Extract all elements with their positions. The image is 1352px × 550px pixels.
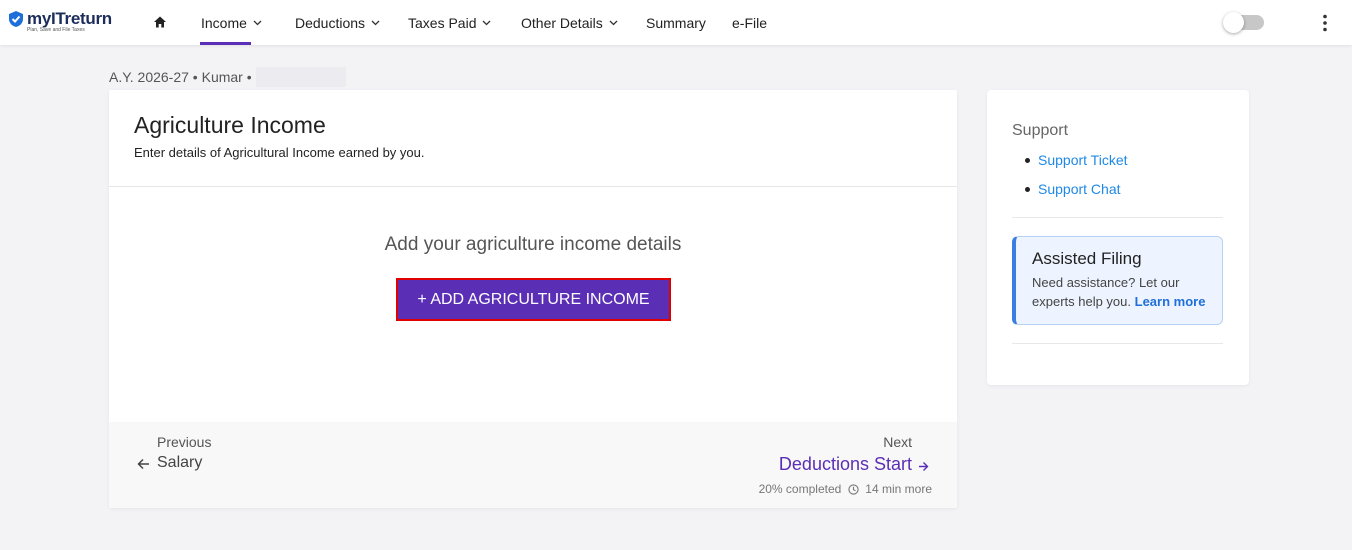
chevron-down-icon [253,20,262,26]
nav-income[interactable]: Income [201,15,262,31]
previous-label: Previous [157,434,212,450]
nav-efile[interactable]: e-File [732,15,767,31]
nav-other-details-label: Other Details [521,15,603,31]
brand-name: myITreturn [27,9,112,28]
next-label: Next [883,434,912,450]
nav-summary[interactable]: Summary [646,15,706,31]
chevron-down-icon [483,20,491,26]
next-link-label: Deductions Start [778,454,912,474]
nav-taxes-paid-label: Taxes Paid [408,15,477,31]
card-footer: Previous Salary Next Deductions Start 20… [109,422,957,508]
support-links: Support Ticket Support Chat [1025,152,1128,210]
shield-check-icon [9,11,23,27]
learn-more-link[interactable]: Learn more [1135,294,1206,309]
divider [1012,343,1223,344]
chevron-down-icon [371,20,380,26]
agriculture-income-card: Agriculture Income Enter details of Agri… [109,90,957,508]
divider [1012,217,1223,218]
brand-tagline: Plan, Save and File Taxes [27,27,85,33]
chevron-down-icon [609,20,618,26]
progress-text: 20% completed [758,482,842,496]
top-navbar: myITreturn Plan, Save and File Taxes Inc… [0,0,1352,45]
breadcrumb: A.Y. 2026-27 • Kumar • [109,67,346,87]
next-link[interactable]: Deductions Start [779,454,929,475]
breadcrumb-text: A.Y. 2026-27 • Kumar • [109,69,252,85]
nav-efile-label: e-File [732,15,768,31]
add-button-label: + ADD AGRICULTURE INCOME [417,290,650,308]
nav-deductions[interactable]: Deductions [295,15,380,31]
nav-deductions-label: Deductions [295,15,366,31]
time-remaining-text: 14 min more [865,482,932,496]
support-title: Support [1012,122,1069,139]
page-title: Agriculture Income [134,112,326,138]
nav-summary-label: Summary [646,15,706,31]
assisted-filing-box: Assisted Filing Need assistance? Let our… [1012,236,1223,325]
arrow-right-icon [919,461,929,471]
divider [109,186,957,187]
assisted-filing-title: Assisted Filing [1032,249,1142,268]
previous-link[interactable]: Salary [137,454,202,472]
empty-state-text: Add your agriculture income details [384,234,682,255]
toggle-knob[interactable] [1223,12,1244,33]
previous-link-label: Salary [157,454,203,471]
redacted-pan [255,67,346,87]
support-sidebar: Support Support Ticket Support Chat Assi… [987,90,1249,385]
page-subtitle: Enter details of Agricultural Income ear… [134,145,425,160]
assisted-filing-body: Need assistance? Let our experts help yo… [1032,273,1217,311]
arrow-left-icon [137,458,149,470]
support-chat-link[interactable]: Support Chat [1025,181,1128,210]
nav-other-details[interactable]: Other Details [521,15,618,31]
brand-logo[interactable]: myITreturn Plan, Save and File Taxes [8,10,112,33]
progress-meta: 20% completed 14 min more [759,482,932,496]
add-agriculture-income-button[interactable]: + ADD AGRICULTURE INCOME [396,278,671,321]
nav-taxes-paid[interactable]: Taxes Paid [408,15,491,31]
more-vertical-icon[interactable] [1319,13,1331,33]
nav-income-label: Income [201,15,247,31]
home-icon[interactable] [153,15,167,29]
active-tab-indicator [200,42,251,45]
support-ticket-link[interactable]: Support Ticket [1025,152,1128,181]
clock-icon [848,483,859,495]
